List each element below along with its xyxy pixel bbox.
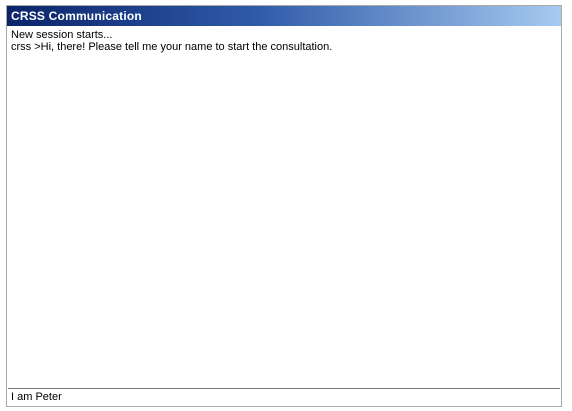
crss-communication-window: CRSS Communication New session starts...… [6,5,562,407]
message-input[interactable] [11,391,560,403]
message-input-bar [8,388,560,405]
conversation-output: New session starts... crss >Hi, there! P… [8,27,560,387]
session-start-message: New session starts... [11,29,113,41]
window-title: CRSS Communication [11,9,142,23]
crss-greeting-message: crss >Hi, there! Please tell me your nam… [11,41,333,53]
title-bar[interactable]: CRSS Communication [7,6,561,26]
